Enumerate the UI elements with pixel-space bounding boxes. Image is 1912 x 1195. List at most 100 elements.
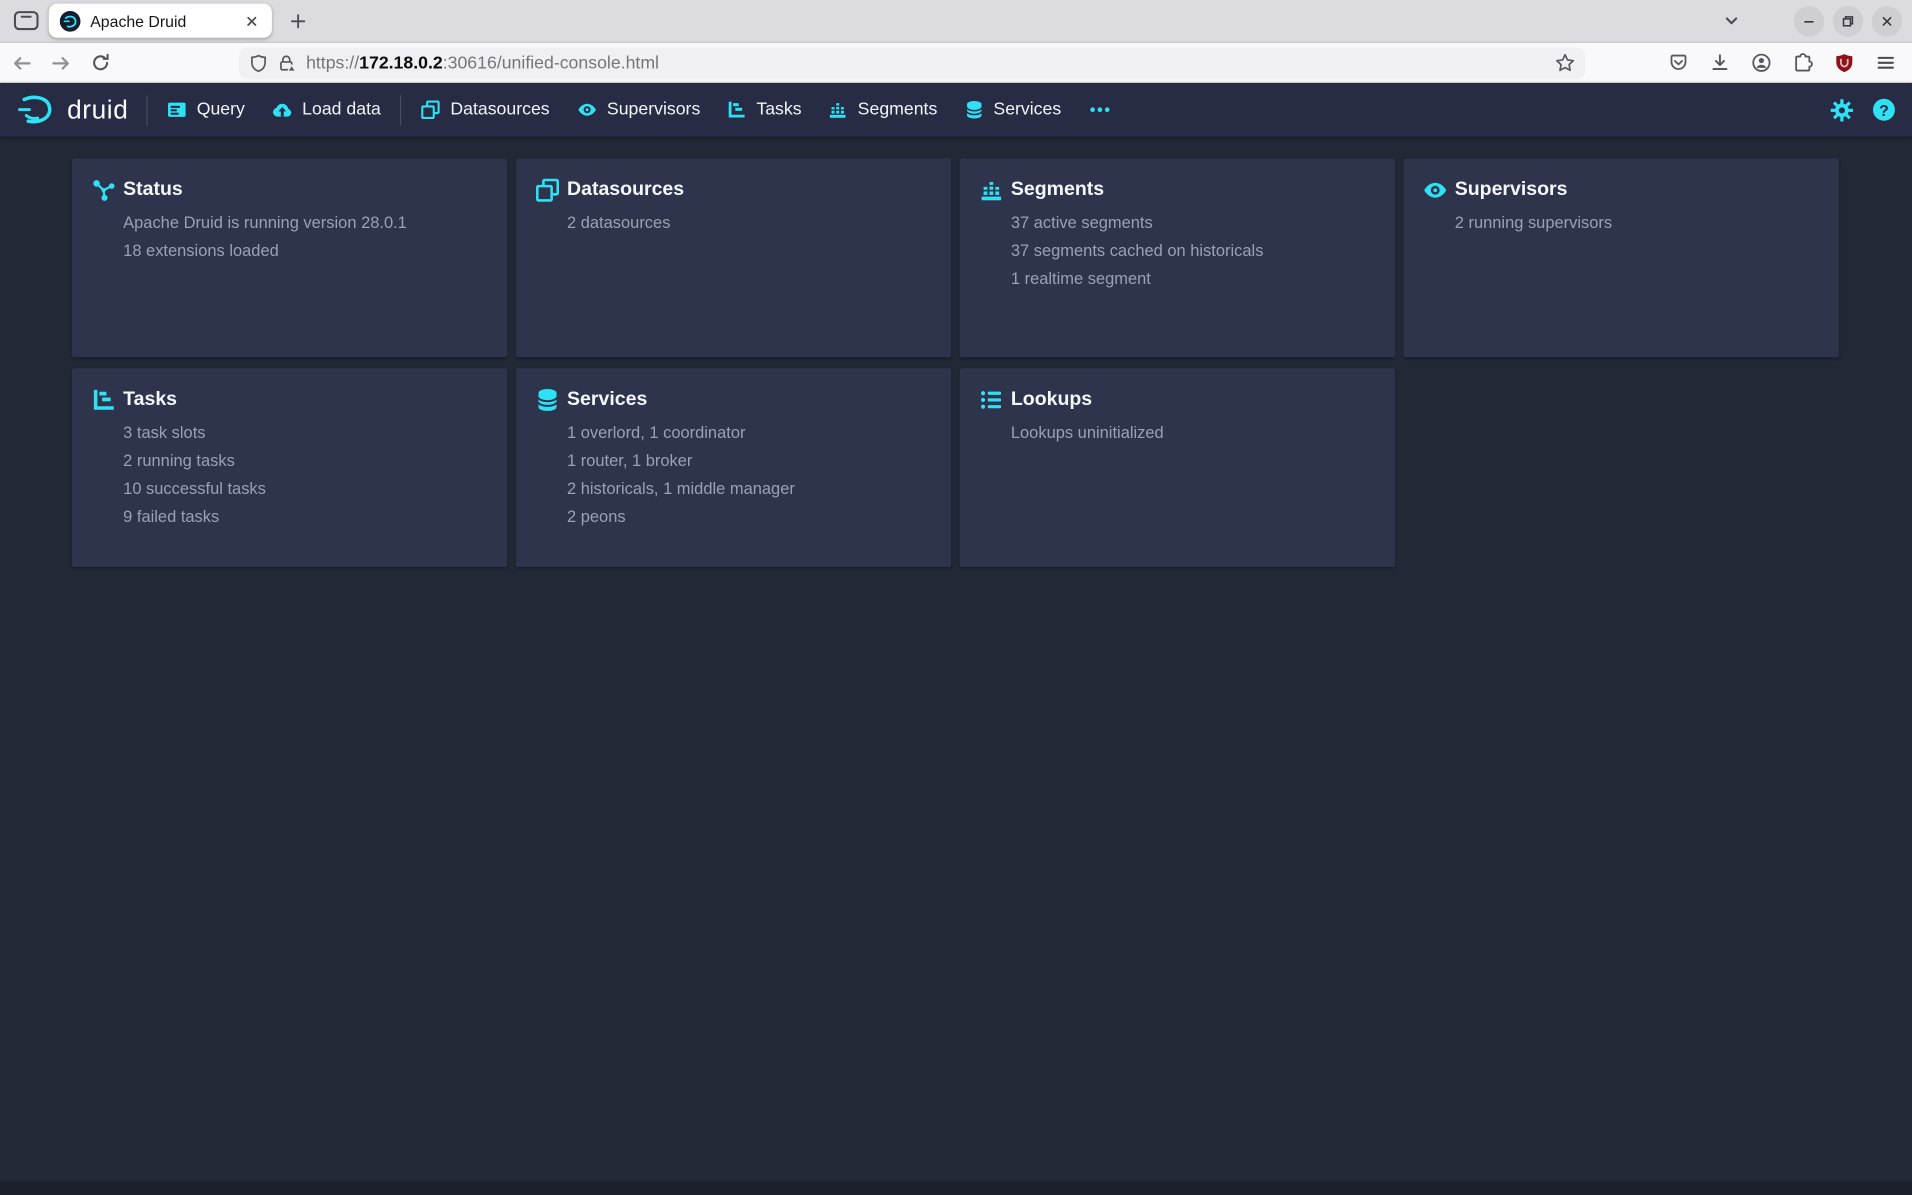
nav-label: Datasources — [450, 100, 549, 120]
reload-icon[interactable] — [83, 46, 117, 80]
url-input[interactable]: https://172.18.0.2:30616/unified-console… — [239, 47, 1585, 79]
card-title: Datasources — [567, 179, 684, 201]
card-tasks[interactable]: Tasks 3 task slots 2 running tasks 10 su… — [72, 368, 507, 567]
stacked-chart-icon — [828, 100, 848, 120]
nav-item-segments[interactable]: Segments — [815, 83, 951, 137]
card-line: 9 failed tasks — [123, 502, 488, 530]
firefox-view-icon[interactable] — [7, 5, 44, 37]
gantt-icon — [727, 100, 747, 120]
card-title: Services — [567, 389, 647, 411]
card-line: 2 datasources — [567, 209, 932, 237]
ublock-icon[interactable] — [1827, 46, 1861, 80]
close-tab-icon[interactable] — [238, 7, 265, 34]
bookmark-star-icon[interactable] — [1555, 52, 1576, 73]
card-line: 2 running tasks — [123, 446, 488, 474]
back-icon[interactable] — [5, 46, 39, 80]
home-view: Status Apache Druid is running version 2… — [0, 137, 1912, 578]
card-line: 37 active segments — [1011, 209, 1376, 237]
nav-label: Segments — [858, 100, 938, 120]
help-glyph: ? — [1879, 102, 1889, 118]
query-icon — [167, 100, 187, 120]
navbar-divider — [147, 95, 148, 125]
navbar-right-cluster: ? — [1830, 98, 1912, 121]
tab-title: Apache Druid — [90, 12, 238, 30]
card-body: 37 active segments 37 segments cached on… — [1011, 209, 1376, 293]
download-icon[interactable] — [1702, 46, 1736, 80]
card-header: Segments — [979, 178, 1375, 202]
more-icon[interactable] — [1075, 83, 1126, 137]
nav-item-query[interactable]: Query — [154, 83, 258, 137]
datasources-icon — [421, 100, 441, 120]
tab-list-chevron-icon[interactable] — [1716, 5, 1748, 37]
card-supervisors[interactable]: Supervisors 2 running supervisors — [1404, 159, 1839, 358]
card-header: Services — [535, 388, 931, 412]
gantt-icon — [91, 388, 115, 412]
card-segments[interactable]: Segments 37 active segments 37 segments … — [960, 159, 1395, 358]
card-line: 37 segments cached on historicals — [1011, 237, 1376, 265]
card-title: Supervisors — [1455, 179, 1568, 201]
url-host: 172.18.0.2 — [359, 53, 443, 73]
card-line: 2 peons — [567, 502, 932, 530]
card-title: Tasks — [123, 389, 177, 411]
card-title: Segments — [1011, 179, 1104, 201]
card-header: Status — [91, 178, 487, 202]
stacked-chart-icon — [979, 178, 1003, 202]
card-line: 18 extensions loaded — [123, 237, 488, 265]
card-line: 2 running supervisors — [1455, 209, 1820, 237]
load-data-icon — [272, 100, 293, 120]
nav-label: Services — [993, 100, 1061, 120]
url-text: https://172.18.0.2:30616/unified-console… — [306, 53, 1546, 73]
gear-icon[interactable] — [1830, 98, 1853, 121]
eye-icon — [576, 100, 597, 120]
card-body: 2 datasources — [567, 209, 932, 237]
card-header: Tasks — [91, 388, 487, 412]
brand-text: druid — [67, 95, 128, 125]
shield-icon[interactable] — [249, 53, 269, 73]
window-close-icon[interactable] — [1872, 5, 1902, 35]
lock-warning-icon[interactable] — [277, 53, 298, 73]
browser-window: Apache Druid — [0, 0, 1912, 1195]
nav-item-supervisors[interactable]: Supervisors — [563, 83, 714, 137]
nav-label: Supervisors — [607, 100, 700, 120]
nav-item-services[interactable]: Services — [951, 83, 1075, 137]
minimize-icon[interactable] — [1794, 5, 1824, 35]
pocket-icon[interactable] — [1661, 46, 1695, 80]
card-datasources[interactable]: Datasources 2 datasources — [516, 159, 951, 358]
eye-icon — [1423, 178, 1447, 202]
druid-brand[interactable]: druid — [0, 93, 141, 126]
card-body: Lookups uninitialized — [1011, 418, 1376, 446]
card-line: Apache Druid is running version 28.0.1 — [123, 209, 488, 237]
nav-item-load-data[interactable]: Load data — [258, 83, 394, 137]
card-line: 3 task slots — [123, 418, 488, 446]
restore-icon[interactable] — [1833, 5, 1863, 35]
nav-label: Query — [197, 100, 245, 120]
account-icon[interactable] — [1744, 46, 1778, 80]
card-status[interactable]: Status Apache Druid is running version 2… — [72, 159, 507, 358]
card-services[interactable]: Services 1 overlord, 1 coordinator 1 rou… — [516, 368, 951, 567]
nav-item-datasources[interactable]: Datasources — [408, 83, 563, 137]
nav-item-tasks[interactable]: Tasks — [714, 83, 815, 137]
card-line: 10 successful tasks — [123, 474, 488, 502]
druid-logo-icon — [16, 93, 56, 126]
card-line: 1 router, 1 broker — [567, 446, 932, 474]
card-header: Datasources — [535, 178, 931, 202]
card-title: Lookups — [1011, 389, 1092, 411]
help-icon[interactable]: ? — [1873, 99, 1895, 121]
new-tab-icon[interactable] — [284, 7, 311, 34]
card-header: Lookups — [979, 388, 1375, 412]
druid-navbar: druid Query Load data — [0, 83, 1912, 137]
menu-icon[interactable] — [1868, 46, 1902, 80]
browser-tab-active[interactable]: Apache Druid — [49, 4, 272, 38]
url-scheme: https:// — [306, 53, 359, 73]
database-icon — [964, 100, 984, 120]
window-controls — [1794, 5, 1903, 35]
card-body: Apache Druid is running version 28.0.1 1… — [123, 209, 488, 265]
multi-panel-icon — [535, 178, 559, 202]
browser-toolbar: https://172.18.0.2:30616/unified-console… — [0, 43, 1912, 83]
database-icon — [535, 388, 559, 412]
forward-icon[interactable] — [44, 46, 78, 80]
url-path: :30616/unified-console.html — [443, 53, 659, 73]
card-lookups[interactable]: Lookups Lookups uninitialized — [960, 368, 1395, 567]
extensions-icon[interactable] — [1785, 46, 1819, 80]
card-body: 1 overlord, 1 coordinator 1 router, 1 br… — [567, 418, 932, 530]
